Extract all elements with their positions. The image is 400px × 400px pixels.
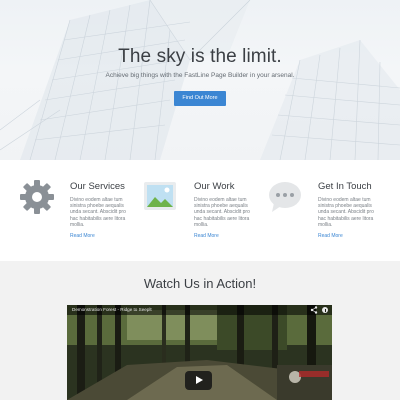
read-more-link[interactable]: Read More xyxy=(194,233,219,239)
feature-text: Divino eodem altae tum sinistra phoebe a… xyxy=(194,197,250,228)
read-more-link[interactable]: Read More xyxy=(70,233,95,239)
video-player[interactable]: Demonstration Forest - Ridge to Seeplt xyxy=(67,305,332,400)
feature-title: Get In Touch xyxy=(318,181,372,192)
feature-text: Divino eodem altae tum sinistra phoebe a… xyxy=(318,197,374,228)
chat-bubble-icon xyxy=(269,182,301,212)
hero-subtitle: Achieve big things with the FastLine Pag… xyxy=(105,72,295,79)
image-icon xyxy=(144,182,176,210)
find-out-more-button[interactable]: Find Out More xyxy=(174,91,226,106)
video-title-bar: Demonstration Forest - Ridge to Seeplt xyxy=(67,305,332,315)
share-icon[interactable] xyxy=(310,306,318,314)
feature-title: Our Services xyxy=(70,181,125,192)
video-title: Demonstration Forest - Ridge to Seeplt xyxy=(72,307,152,312)
video-heading: Watch Us in Action! xyxy=(143,276,257,291)
read-more-link[interactable]: Read More xyxy=(318,233,343,239)
hero-section: The sky is the limit. Achieve big things… xyxy=(0,0,400,160)
play-icon[interactable] xyxy=(185,371,212,390)
features-section: Our Services Divino eodem altae tum sini… xyxy=(0,160,400,261)
feature-title: Our Work xyxy=(194,181,235,192)
gear-icon xyxy=(20,180,54,214)
feature-text: Divino eodem altae tum sinistra phoebe a… xyxy=(70,197,126,228)
hero-building-background xyxy=(0,0,400,160)
info-icon[interactable] xyxy=(322,307,328,313)
video-section: Watch Us in Action! Demonstration Forest… xyxy=(0,261,400,400)
hero-title: The sky is the limit. xyxy=(118,46,282,67)
